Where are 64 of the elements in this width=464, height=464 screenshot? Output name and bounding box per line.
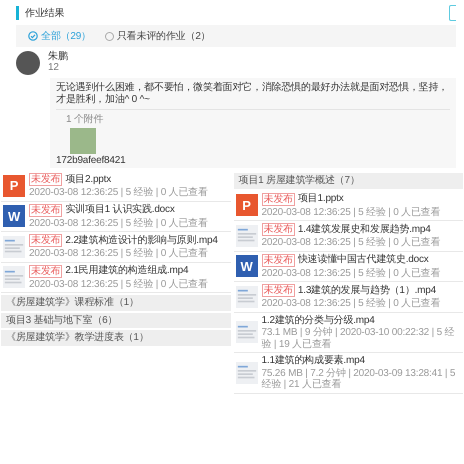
file-row[interactable]: 未发布 2.2建筑构造设计的影响与原则.mp4 2020-03-08 12:36:25 | 5 经验 | 0 人已查看 [1, 232, 230, 262]
file-meta: 2020-03-08 12:36:25 | 5 经验 | 0 人已查看 [29, 278, 208, 290]
file-meta: 2020-03-08 12:36:25 | 5 经验 | 0 人已查看 [262, 206, 440, 218]
file-name: 2.2建筑构造设计的影响与原则.mp4 [65, 234, 218, 246]
file-name: 项目1.pptx [298, 193, 344, 205]
file-name: 项目2.pptx [65, 174, 112, 186]
document-file-icon: W [3, 205, 25, 228]
file-meta: 2020-03-08 12:36:25 | 5 经验 | 0 人已查看 [29, 218, 208, 229]
video-thumbnail [236, 224, 258, 247]
radio-icon [104, 32, 114, 40]
file-meta: 73.1 MB | 9 分钟 | 2020-03-10 00:22:32 | 5 经验 | 19 人已查看 [262, 327, 456, 350]
folder-row[interactable]: 项目3 基础与地下室（6） [1, 312, 230, 328]
filter-option[interactable]: 只看未评的作业（2） [104, 29, 210, 43]
student-name: 朱鹏 [48, 51, 68, 62]
file-row[interactable]: 1.1建筑的构成要素.mp4 75.26 MB | 7.2 分钟 | 2020-03-09 13:28:41 | 5 经验 | 21 人已查看 [234, 353, 463, 394]
photo-placeholder[interactable] [70, 128, 96, 154]
file-meta: 2020-03-08 12:36:25 | 5 经验 | 0 人已查看 [29, 248, 209, 260]
folder-row[interactable]: 项目1 房屋建筑学概述（7） [234, 173, 463, 188]
answer-text: 无论遇到什么困难，都不要怕，微笑着面对它，消除恐惧的最好办法就是面对恐惧，坚持，才是胜利，加油^ 0 ^~ [56, 82, 450, 110]
file-meta: 2020-03-08 12:36:25 | 5 经验 | 0 人已查看 [262, 298, 440, 310]
attachment-filename: 172b9afeef8421 [56, 155, 126, 166]
file-meta: 2020-03-08 12:36:25 | 5 经验 | 0 人已查看 [29, 187, 208, 198]
file-row[interactable]: W 未发布 实训项目1 认识实践.docx 2020-03-08 12:36:25 | 5 经验 | 0 人已查看 [1, 202, 230, 232]
video-thumbnail [236, 286, 258, 308]
file-row[interactable]: P 未发布 项目1.pptx 2020-03-08 12:36:25 | 5 经验 | 0 人已查看 [234, 190, 463, 221]
file-meta: 2020-03-08 12:36:25 | 5 经验 | 0 人已查看 [262, 268, 440, 279]
status-tag: 未发布 [262, 254, 295, 266]
file-name: 实训项目1 认识实践.docx [65, 204, 175, 216]
file-row[interactable]: W 未发布 快速读懂中国古代建筑史.docx 2020-03-08 12:36:25 | 5 经验 | 0 人已查看 [234, 252, 463, 282]
status-tag: 未发布 [262, 192, 295, 206]
document-file-icon: W [236, 255, 258, 278]
status-tag: 未发布 [262, 223, 295, 236]
avatar [16, 51, 40, 75]
status-tag: 未发布 [29, 234, 62, 247]
folder-row[interactable]: 《房屋建筑学》课程标准（1） [1, 295, 230, 310]
presentation-file-icon: P [3, 174, 25, 197]
file-row[interactable]: P 未发布 项目2.pptx 2020-03-08 12:36:25 | 5 经验 | 0 人已查看 [1, 171, 230, 202]
video-thumbnail [3, 266, 25, 288]
status-tag: 未发布 [262, 284, 295, 297]
file-name: 1.4建筑发展史和发展趋势.mp4 [298, 224, 431, 236]
file-name: 1.1建筑的构成要素.mp4 [262, 355, 365, 366]
file-row[interactable]: 未发布 2.1民用建筑的构造组成.mp4 2020-03-08 12:36:25 | 5 经验 | 0 人已查看 [1, 262, 230, 293]
score: 12 [48, 62, 60, 73]
file-row[interactable]: 1.2建筑的分类与分级.mp4 73.1 MB | 9 分钟 | 2020-03-10 00:22:32 | 5 经验 | 19 人已查看 [234, 312, 463, 353]
checked-circle-icon [28, 31, 38, 41]
status-tag: 未发布 [29, 264, 62, 278]
status-tag: 未发布 [29, 173, 62, 186]
file-row[interactable]: 未发布 1.4建筑发展史和发展趋势.mp4 2020-03-08 12:36:25 | 5 经验 | 0 人已查看 [234, 221, 463, 252]
video-thumbnail [236, 321, 258, 344]
status-tag: 未发布 [29, 204, 62, 216]
section-title: 作业结果 [25, 6, 64, 20]
file-name: 快速读懂中国古代建筑史.docx [298, 254, 429, 266]
cut-off-button[interactable] [449, 5, 456, 21]
folder-row[interactable]: 《房屋建筑学》教学进度表（1） [1, 330, 230, 346]
file-name: 1.2建筑的分类与分级.mp4 [262, 314, 375, 326]
file-meta: 2020-03-08 12:36:25 | 5 经验 | 0 人已查看 [262, 237, 440, 248]
presentation-file-icon: P [236, 194, 258, 216]
attachment-count: 1 个附件 [66, 113, 104, 126]
file-name: 1.3建筑的发展与趋势（1）.mp4 [298, 284, 436, 296]
video-thumbnail [236, 362, 258, 384]
file-name: 2.1民用建筑的构造组成.mp4 [65, 265, 188, 277]
file-row[interactable]: 未发布 1.3建筑的发展与趋势（1）.mp4 2020-03-08 12:36:25 | 5 经验 | 0 人已查看 [234, 282, 463, 312]
file-meta: 75.26 MB | 7.2 分钟 | 2020-03-09 13:28:41 | 5 经验 | 21 人已查看 [262, 368, 456, 390]
video-thumbnail [3, 236, 25, 258]
